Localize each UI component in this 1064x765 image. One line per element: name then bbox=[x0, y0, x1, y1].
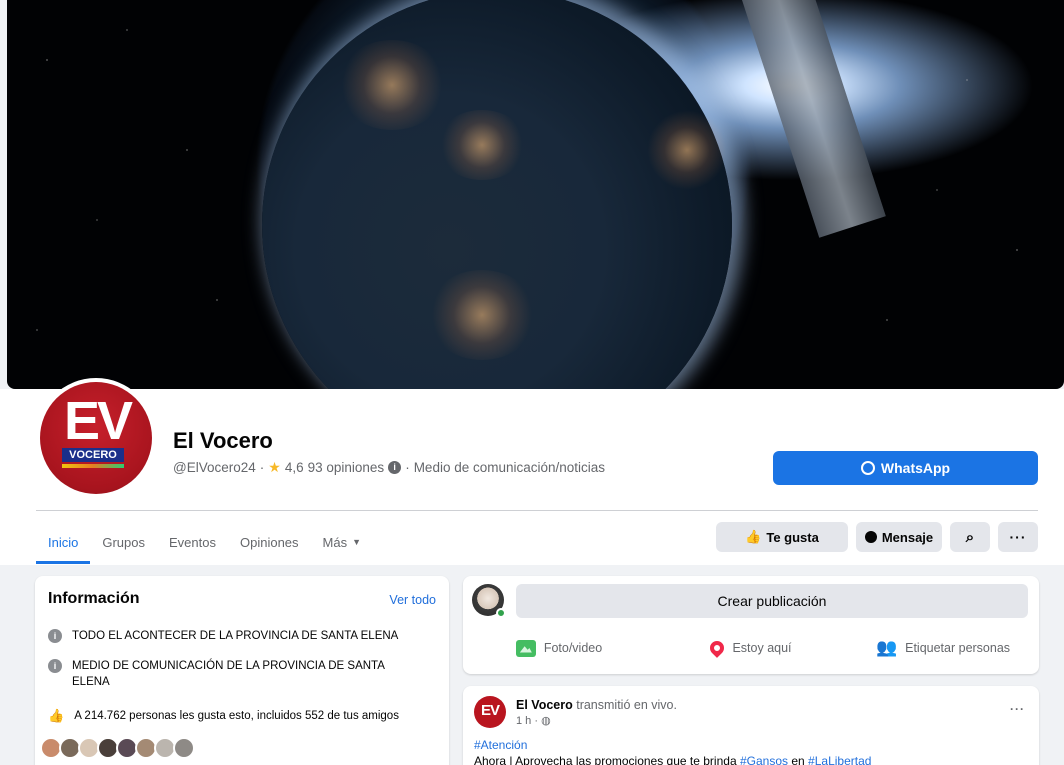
post-hashtag-link[interactable]: #Gansos bbox=[740, 754, 788, 765]
info-description: TODO EL ACONTECER DE LA PROVINCIA DE SAN… bbox=[72, 630, 399, 642]
facebook-page: EV VOCERO El Vocero @ElVocero24 · ★ 4,6 … bbox=[0, 0, 1064, 765]
check-in-label: Estoy aquí bbox=[732, 641, 792, 655]
tab-opiniones[interactable]: Opiniones bbox=[228, 520, 311, 564]
info-row: i MEDIO DE COMUNICACIÓN DE LA PROVINCIA … bbox=[48, 658, 418, 690]
header-divider bbox=[36, 510, 1038, 511]
create-post-actions: Foto/video Estoy aquí 👥 Etiquetar person… bbox=[463, 630, 1039, 666]
caret-down-icon: ▼ bbox=[352, 537, 362, 547]
info-title: Información bbox=[48, 590, 140, 607]
info-row: 👍 A 214.762 personas les gusta esto, inc… bbox=[48, 708, 399, 724]
search-icon: ⌕ bbox=[965, 528, 975, 546]
info-row: i TODO EL ACONTECER DE LA PROVINCIA DE S… bbox=[48, 628, 398, 644]
post-time-text: 1 h · bbox=[516, 715, 539, 727]
star-icon: ★ bbox=[268, 459, 281, 475]
info-icon: i bbox=[48, 659, 62, 673]
thumbs-up-icon: 👍 bbox=[48, 708, 65, 723]
avatar-logo-text: EV bbox=[64, 391, 133, 451]
see-all-link[interactable]: Ver todo bbox=[389, 593, 436, 607]
likes-count: A 214.762 personas les gusta esto, inclu… bbox=[74, 710, 399, 722]
search-button[interactable]: ⌕ bbox=[950, 522, 990, 552]
tab-label: Inicio bbox=[48, 534, 79, 550]
create-post-input[interactable]: Crear publicación bbox=[516, 584, 1028, 618]
tag-people-button[interactable]: 👥 Etiquetar personas bbox=[847, 630, 1039, 666]
whatsapp-icon bbox=[860, 461, 875, 475]
post-text-start: Ahora | Aprovecha las promociones que te… bbox=[474, 754, 737, 765]
info-icon[interactable]: i bbox=[388, 461, 402, 474]
post-author-line: El Vocero transmitió en vivo. bbox=[516, 698, 677, 712]
avatar-logo-stripe bbox=[62, 464, 124, 468]
check-in-button[interactable]: Estoy aquí bbox=[655, 630, 847, 666]
page-meta: @ElVocero24 · ★ 4,6 93 opiniones i · Med… bbox=[173, 459, 605, 476]
cover-city-lights bbox=[437, 110, 527, 180]
online-status-icon bbox=[496, 608, 506, 618]
post-author-name[interactable]: El Vocero bbox=[516, 698, 573, 712]
meta-separator: · bbox=[405, 460, 410, 475]
post-hashtag[interactable]: #Atención bbox=[474, 738, 527, 752]
post-timestamp[interactable]: 1 h · ◍ bbox=[516, 714, 551, 727]
friend-avatar[interactable] bbox=[173, 737, 195, 759]
tab-label: Opiniones bbox=[239, 534, 299, 550]
post-author-avatar[interactable]: EV bbox=[474, 696, 506, 728]
location-pin-icon bbox=[707, 638, 728, 658]
post-text: Ahora | Aprovecha las promociones que te… bbox=[474, 754, 871, 765]
avatar-logo: EV VOCERO bbox=[40, 382, 152, 494]
tab-eventos[interactable]: Eventos bbox=[157, 520, 228, 564]
meta-separator: · bbox=[259, 460, 265, 475]
post-hashtag-link[interactable]: #LaLibertad bbox=[808, 754, 871, 765]
tab-label: Grupos bbox=[102, 534, 145, 550]
like-button-label: Te gusta bbox=[766, 529, 819, 545]
post-card: EV El Vocero transmitió en vivo. 1 h · ◍… bbox=[463, 686, 1039, 765]
post-options-button[interactable]: ··· bbox=[1010, 702, 1025, 716]
photo-video-label: Foto/video bbox=[543, 641, 603, 655]
tag-people-icon: 👥 bbox=[875, 638, 898, 657]
page-handle: @ElVocero24 bbox=[173, 460, 256, 475]
message-button[interactable]: Mensaje bbox=[856, 522, 942, 552]
page-reviews[interactable]: 93 opiniones bbox=[308, 460, 385, 475]
cover-city-lights bbox=[337, 40, 447, 130]
avatar-logo-subtext: VOCERO bbox=[62, 448, 124, 462]
tab-inicio[interactable]: Inicio bbox=[36, 520, 91, 564]
post-text-mid: en bbox=[791, 754, 805, 765]
friends-avatars[interactable] bbox=[40, 737, 195, 759]
whatsapp-button[interactable]: WhatsApp bbox=[773, 451, 1038, 485]
info-icon: i bbox=[48, 629, 62, 643]
post-action: transmitió en vivo. bbox=[576, 698, 677, 712]
page-title: El Vocero bbox=[173, 428, 273, 453]
tab-label: Eventos bbox=[169, 534, 216, 550]
photo-icon bbox=[515, 639, 536, 657]
tab-mas[interactable]: Más ▼ bbox=[311, 520, 373, 564]
whatsapp-button-label: WhatsApp bbox=[880, 460, 951, 476]
create-post-card: Crear publicación Foto/video Estoy aquí … bbox=[463, 576, 1039, 674]
cover-city-lights bbox=[647, 110, 727, 190]
thumbs-up-icon: 👍 bbox=[745, 529, 762, 544]
more-options-button[interactable]: ··· bbox=[998, 522, 1038, 552]
like-button[interactable]: 👍 Te gusta bbox=[716, 522, 848, 552]
page-rating: 4,6 bbox=[284, 460, 304, 475]
tag-people-label: Etiquetar personas bbox=[905, 641, 1011, 655]
tab-label: Más bbox=[322, 534, 348, 550]
cover-photo[interactable] bbox=[7, 0, 1064, 389]
tab-grupos[interactable]: Grupos bbox=[90, 520, 157, 564]
page-category[interactable]: Medio de comunicación/noticias bbox=[414, 460, 605, 475]
photo-video-button[interactable]: Foto/video bbox=[463, 630, 655, 666]
ellipsis-icon: ··· bbox=[1009, 529, 1027, 545]
page-avatar[interactable]: EV VOCERO bbox=[36, 378, 156, 498]
page-tabs: Inicio Grupos Eventos Opiniones Más ▼ bbox=[36, 520, 373, 564]
cover-city-lights bbox=[427, 270, 537, 360]
globe-icon: ◍ bbox=[541, 715, 551, 727]
message-button-label: Mensaje bbox=[881, 529, 934, 545]
messenger-icon bbox=[864, 531, 877, 543]
info-description: MEDIO DE COMUNICACIÓN DE LA PROVINCIA DE… bbox=[72, 660, 385, 688]
